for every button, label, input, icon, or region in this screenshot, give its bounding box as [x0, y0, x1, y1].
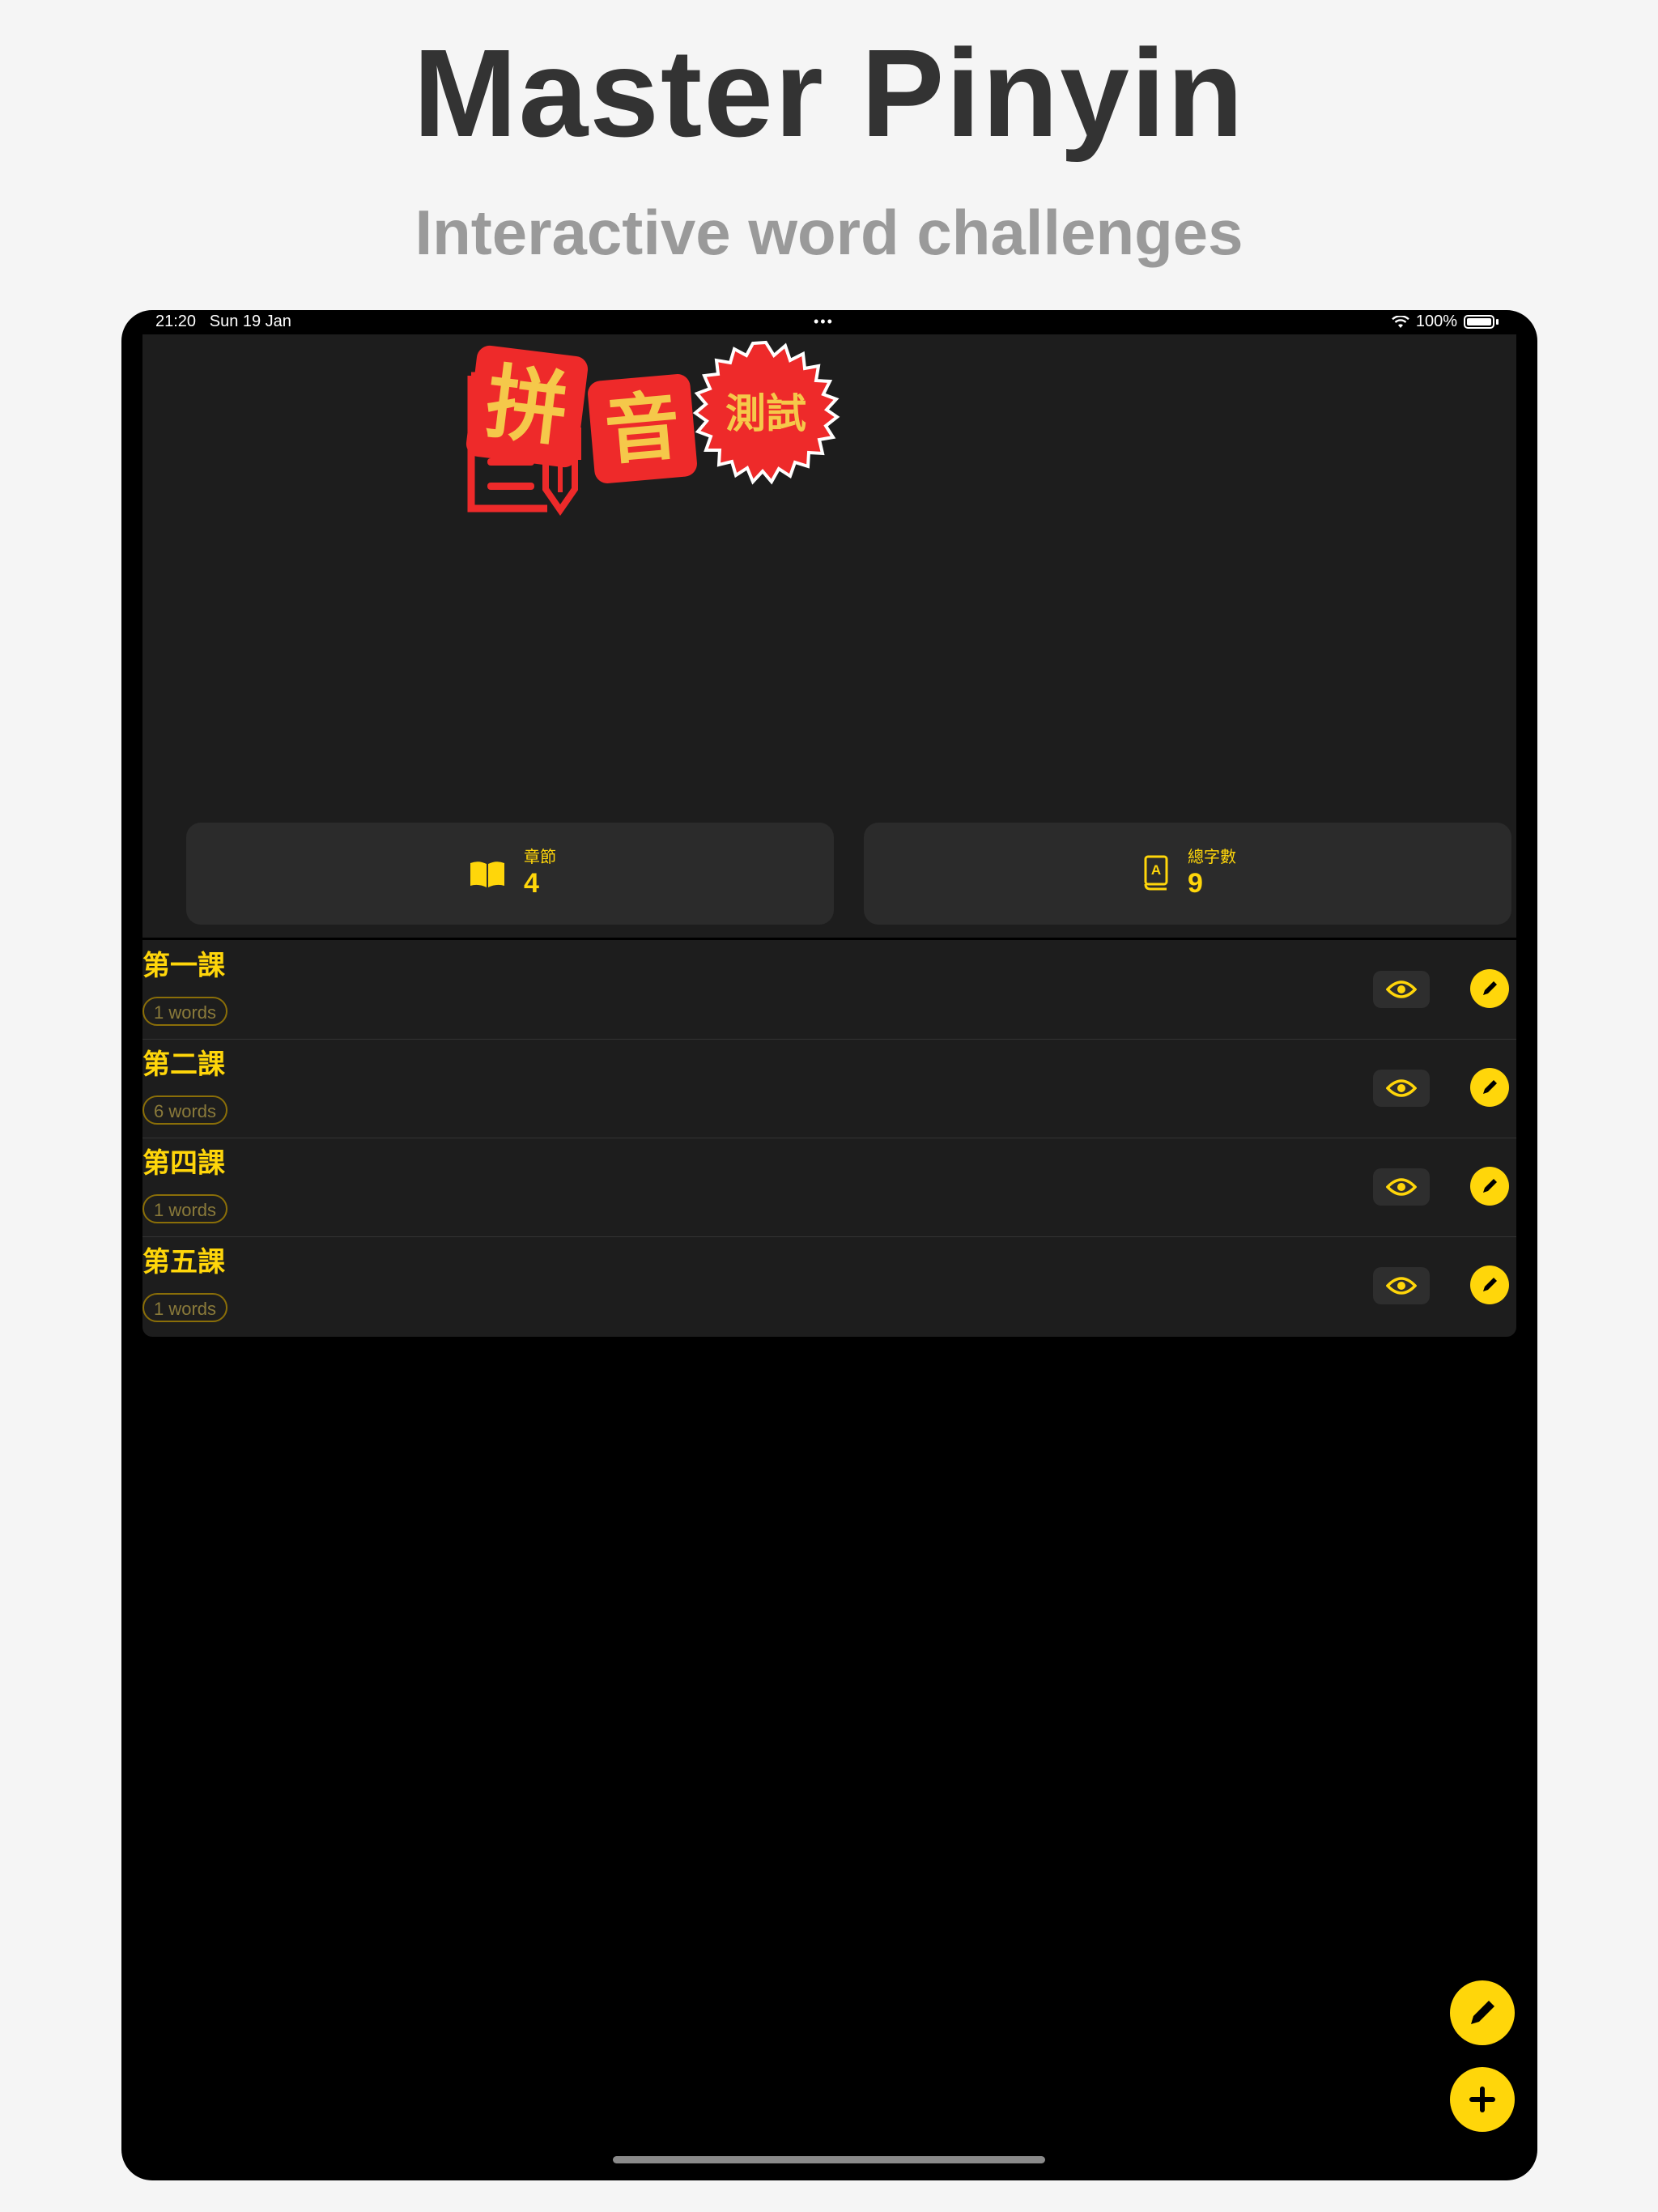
lesson-row-1[interactable]: 第一課 1 words [142, 940, 1516, 1040]
wifi-icon [1392, 315, 1409, 328]
device-screen: 21:20 Sun 19 Jan ••• 100% 拼 音 測試 章節 4 A … [121, 310, 1537, 2180]
pencil-icon [1471, 2001, 1494, 2024]
lesson-title: 第一課 [142, 950, 225, 982]
promo-title: Master Pinyin [413, 23, 1245, 163]
header-panel: 拼 音 測試 章節 4 A 總字數 9 [142, 334, 1516, 938]
stat-card-chapters: 章節 4 [186, 823, 834, 925]
lesson-list: 第一課 1 words 第二課 6 words 第四課 1 words 第五課 … [142, 940, 1516, 1337]
preview-button[interactable] [1373, 971, 1430, 1008]
pencil-icon [1483, 1080, 1497, 1094]
promo-subtitle: Interactive word challenges [414, 197, 1244, 268]
dictionary-icon: A [1144, 855, 1168, 891]
home-indicator[interactable] [613, 2156, 1045, 2163]
word-count-badge: 1 words [142, 997, 228, 1026]
svg-text:A: A [1151, 862, 1161, 878]
lesson-title: 第五課 [142, 1246, 225, 1278]
add-lesson-button[interactable] [1450, 2067, 1515, 2132]
edit-lesson-button[interactable] [1470, 1266, 1509, 1304]
edit-lesson-button[interactable] [1470, 1068, 1509, 1107]
multitasking-dots-icon[interactable]: ••• [814, 313, 834, 330]
lesson-title: 第二課 [142, 1049, 225, 1081]
preview-button[interactable] [1373, 1070, 1430, 1107]
stat-value-total-words: 9 [1188, 868, 1203, 899]
pencil-icon [1483, 1278, 1497, 1291]
preview-button[interactable] [1373, 1267, 1430, 1304]
battery-tip [1496, 319, 1499, 325]
pencil-icon [1483, 981, 1497, 995]
logo-seal-text: 測試 [725, 390, 806, 437]
status-time-text: 21:20 [155, 313, 197, 330]
battery-percent: 100% [1415, 313, 1457, 330]
stat-value-chapters: 4 [524, 868, 539, 899]
edit-mode-button[interactable] [1450, 1980, 1515, 2045]
eye-icon [1386, 1178, 1417, 1196]
edit-lesson-button[interactable] [1470, 969, 1509, 1008]
eye-icon [1386, 981, 1417, 998]
lesson-row-4[interactable]: 第五課 1 words [142, 1236, 1516, 1335]
status-time: 21:20 Sun 19 Jan [155, 313, 291, 331]
edit-lesson-button[interactable] [1470, 1167, 1509, 1206]
preview-button[interactable] [1373, 1168, 1430, 1206]
eye-icon [1386, 1079, 1417, 1097]
battery-icon [1464, 315, 1494, 329]
word-count-badge: 1 words [142, 1194, 228, 1223]
book-icon [470, 861, 504, 887]
status-bar: 21:20 Sun 19 Jan ••• 100% [121, 310, 1537, 334]
stat-label-chapters: 章節 [524, 849, 556, 866]
stat-label-total-words: 總字數 [1188, 849, 1236, 866]
word-count-badge: 1 words [142, 1293, 228, 1322]
status-right: 100% [1392, 313, 1499, 331]
lesson-title: 第四課 [142, 1147, 225, 1180]
pencil-icon [1483, 1179, 1497, 1193]
status-date-text: Sun 19 Jan [209, 313, 291, 330]
logo-tile-pin: 拼 [465, 344, 589, 469]
stat-card-total-words: A 總字數 9 [864, 823, 1511, 925]
plus-icon [1469, 2087, 1495, 2112]
lesson-row-2[interactable]: 第二課 6 words [142, 1039, 1516, 1138]
eye-icon [1386, 1277, 1417, 1295]
logo-tile-yin: 音 [586, 372, 699, 485]
word-count-badge: 6 words [142, 1095, 228, 1125]
lesson-row-3[interactable]: 第四課 1 words [142, 1138, 1516, 1237]
